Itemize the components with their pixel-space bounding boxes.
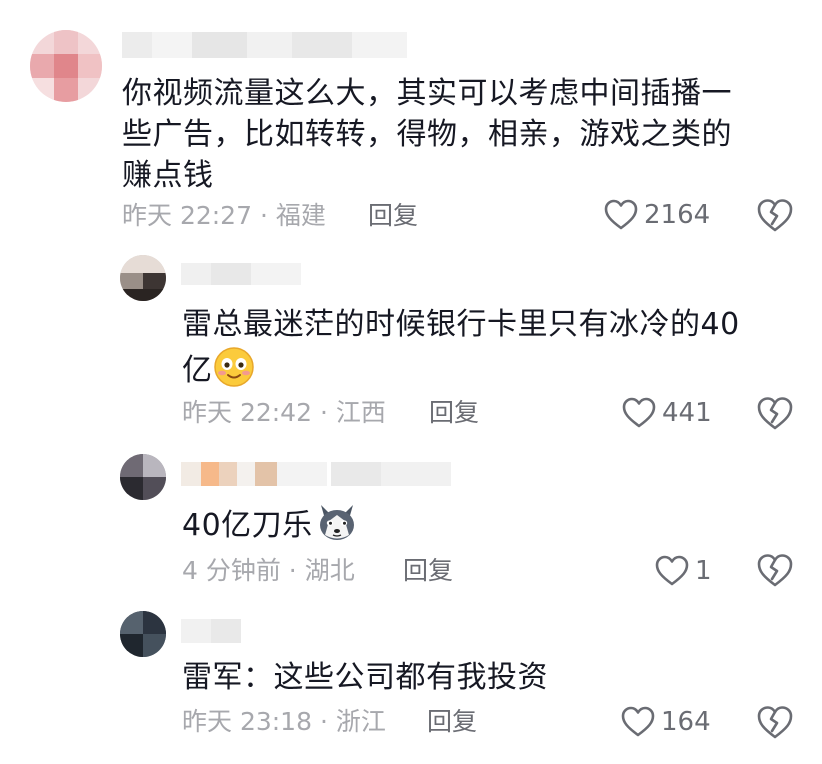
heart-outline-icon: [622, 397, 656, 429]
comment-meta: 昨天 23:18 · 浙江: [182, 707, 386, 736]
username-blurred[interactable]: [181, 619, 241, 643]
reply-button[interactable]: 回复: [368, 200, 418, 232]
dislike-button[interactable]: [756, 396, 794, 432]
comment-text-line: 赚点钱: [122, 158, 214, 193]
comment-meta: 昨天 22:27 · 福建: [122, 201, 326, 230]
comment-text-line: 亿: [182, 346, 255, 399]
reply-button[interactable]: 回复: [427, 706, 477, 738]
broken-heart-icon: [756, 553, 794, 589]
reply-comment-item: 雷军：这些公司都有我投资 昨天 23:18 · 浙江 回复 164: [0, 605, 822, 764]
comment-meta: 4 分钟前 · 湖北: [182, 556, 355, 585]
like-count: 2164: [644, 200, 711, 230]
avatar[interactable]: [120, 255, 166, 301]
reply-button[interactable]: 回复: [403, 555, 453, 587]
comment-page: { "comments": [ { "text_lines": ["你视频流量这…: [0, 0, 822, 764]
reply-button[interactable]: 回复: [429, 397, 479, 429]
like-button[interactable]: 1: [655, 555, 712, 587]
comment-text-line: 你视频流量这么大，其实可以考虑中间插播一: [122, 76, 732, 111]
dislike-button[interactable]: [756, 198, 794, 234]
comment-meta: 昨天 22:42 · 江西: [182, 398, 386, 427]
username-blurred[interactable]: [181, 462, 451, 486]
dislike-button[interactable]: [756, 553, 794, 589]
dislike-button[interactable]: [756, 705, 794, 741]
like-count: 441: [662, 398, 712, 428]
broken-heart-icon: [756, 396, 794, 432]
reply-comment-item: 40亿刀乐 4 分钟前 · 湖北 回复 1: [0, 445, 822, 605]
heart-outline-icon: [604, 199, 638, 231]
husky-dog-emoji: [315, 501, 359, 554]
username-blurred[interactable]: [181, 263, 301, 285]
heart-outline-icon: [621, 706, 655, 738]
comment-text-line: 雷军：这些公司都有我投资: [182, 660, 548, 695]
like-count: 164: [661, 707, 711, 737]
avatar[interactable]: [30, 30, 102, 102]
reply-comment-item: 雷总最迷茫的时候银行卡里只有冰冷的40 亿 昨天 22:42 · 江西 回复 4…: [0, 250, 822, 445]
broken-heart-icon: [756, 198, 794, 234]
heart-outline-icon: [655, 555, 689, 587]
like-button[interactable]: 164: [621, 706, 711, 738]
avatar[interactable]: [120, 454, 166, 500]
comment-text-line: 40亿刀乐: [182, 501, 359, 554]
like-count: 1: [695, 556, 712, 586]
username-blurred[interactable]: [122, 32, 407, 58]
comment-text-fragment: 亿: [182, 353, 213, 388]
broken-heart-icon: [756, 705, 794, 741]
comment-item: 你视频流量这么大，其实可以考虑中间插播一 些广告，比如转转，得物，相亲，游戏之类…: [0, 0, 822, 250]
like-button[interactable]: 2164: [604, 199, 710, 231]
smiling-face-emoji: [213, 346, 255, 399]
comment-text-line: 些广告，比如转转，得物，相亲，游戏之类的: [122, 117, 732, 152]
avatar[interactable]: [120, 611, 166, 657]
like-button[interactable]: 441: [622, 397, 712, 429]
comment-text-line: 雷总最迷茫的时候银行卡里只有冰冷的40: [182, 307, 740, 342]
comment-text-fragment: 40亿刀乐: [182, 508, 313, 543]
